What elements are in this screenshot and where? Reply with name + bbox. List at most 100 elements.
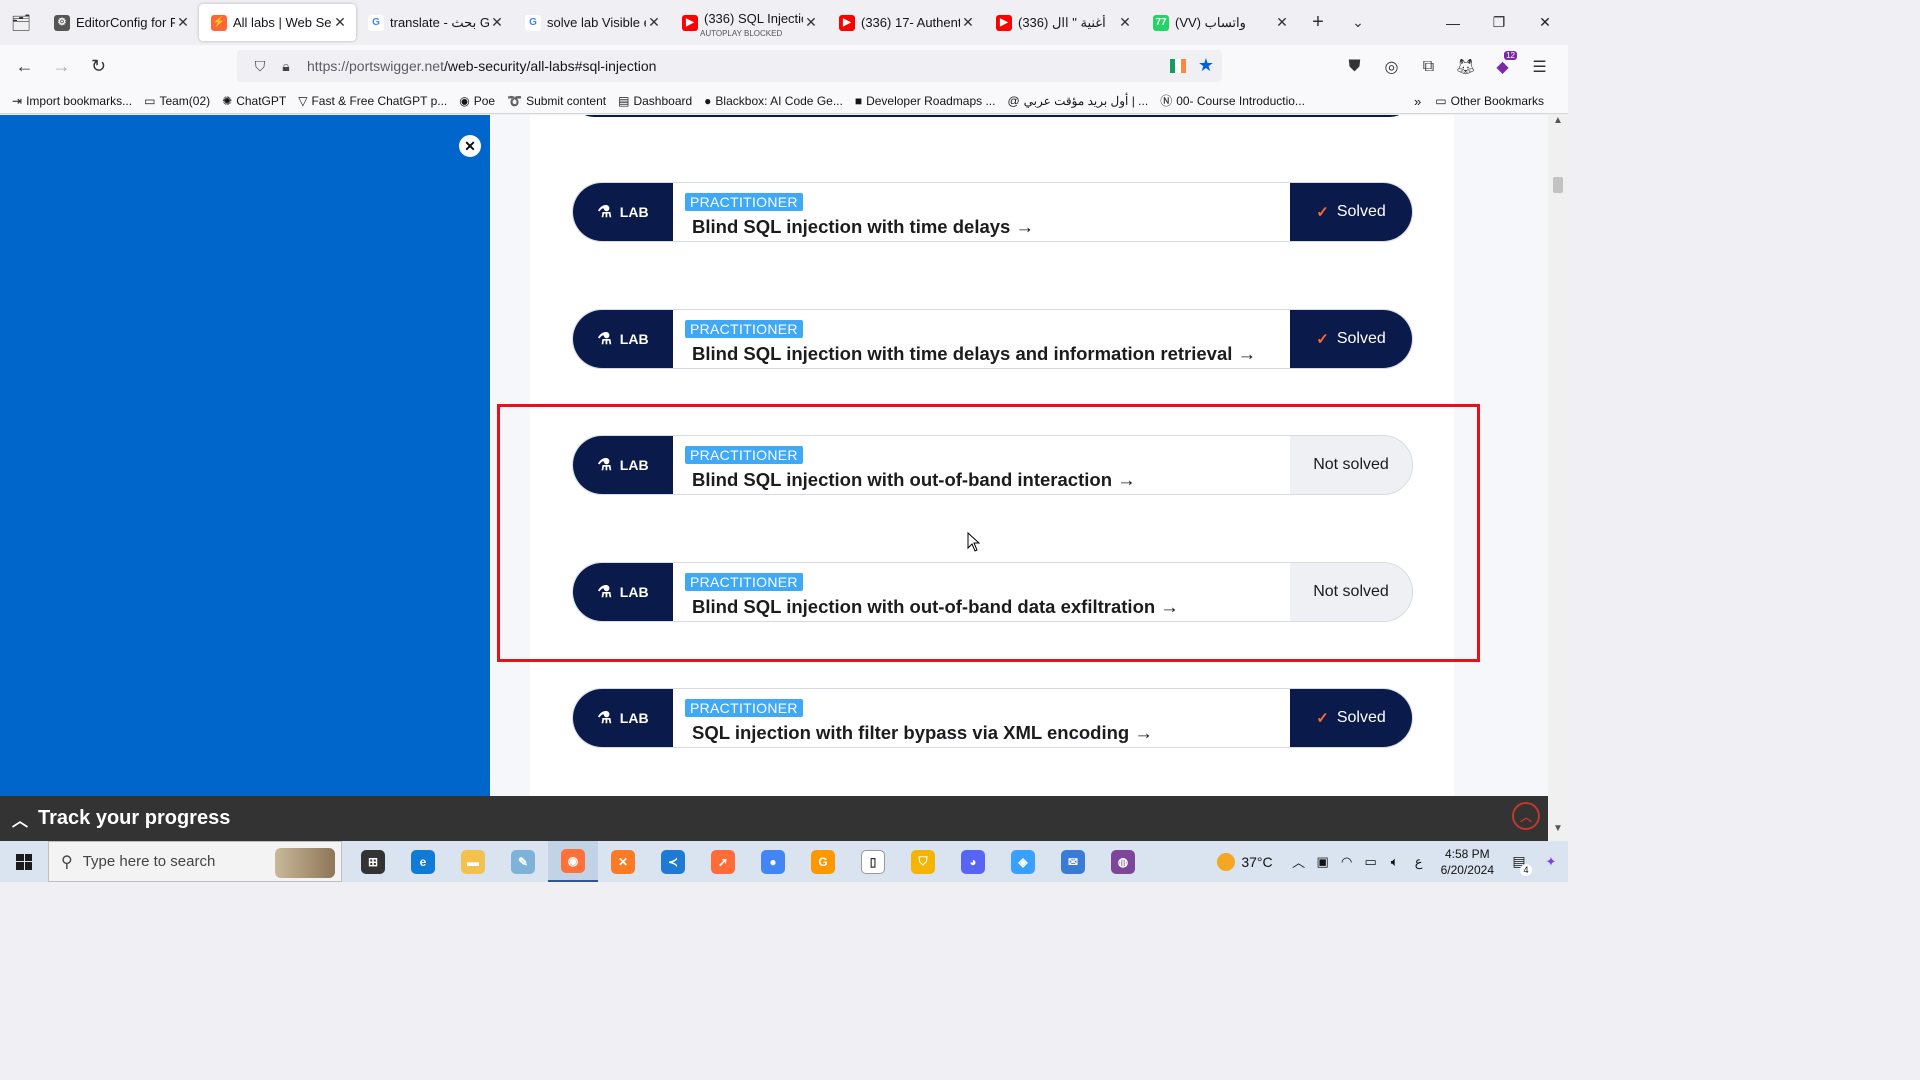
bookmark-star-icon[interactable]: ★ — [1198, 55, 1214, 76]
new-tab-button[interactable]: + — [1298, 11, 1338, 34]
scroll-up-icon[interactable]: ▲ — [1548, 115, 1568, 133]
extensions-icon[interactable]: ⧉ — [1410, 58, 1447, 76]
postman-taskbar-button[interactable]: ➚ — [698, 841, 748, 882]
lab-row[interactable]: ⚗ LAB PRACTITIONER SQL injection with filte… — [572, 688, 1413, 748]
browser-tab[interactable]: ▶ (336) أغنية " اال ✕ — [984, 4, 1141, 41]
bitwarden-taskbar-button[interactable]: ⛉ — [898, 841, 948, 882]
tab-close-icon[interactable]: ✕ — [1117, 14, 1133, 31]
close-window-icon[interactable]: ✕ — [1522, 0, 1568, 45]
close-sidebar-icon[interactable]: ✕ — [459, 135, 481, 157]
tab-close-icon[interactable]: ✕ — [1274, 14, 1290, 31]
wifi-icon[interactable]: ◠ — [1335, 854, 1359, 870]
ireland-flag-icon[interactable] — [1170, 59, 1186, 73]
bookmark-icon: ➰ — [507, 93, 523, 108]
extension-purple-icon[interactable]: ◆ 12 — [1484, 50, 1521, 77]
tor-taskbar-button[interactable]: ◍ — [1098, 841, 1148, 882]
notifications-icon[interactable]: ▤ 4 — [1504, 853, 1534, 876]
browser-tab[interactable]: ▶ (336) 17- Authenti ✕ — [827, 4, 984, 41]
tab-close-icon[interactable]: ✕ — [960, 14, 976, 31]
reload-icon[interactable]: ↻ — [80, 51, 117, 83]
tab-list-button[interactable]: 🗂 — [0, 0, 42, 45]
lab-row[interactable]: ⚗ LAB PRACTITIONER Blind SQL injection with… — [572, 182, 1413, 242]
forward-icon[interactable]: → — [43, 51, 80, 83]
restore-icon[interactable]: ❐ — [1476, 0, 1522, 45]
clock[interactable]: 4:58 PM 6/20/2024 — [1441, 846, 1494, 878]
extension-avatar-icon[interactable]: 🦊︎ — [1447, 57, 1484, 77]
xampp-icon: ✕ — [611, 849, 635, 874]
bookmark-item[interactable]: ◉ Poe — [459, 92, 495, 109]
browser-tab[interactable]: 77 (VV) واتساب ✕ — [1141, 4, 1298, 41]
bookmark-item[interactable]: ▽ Fast & Free ChatGPT p... — [298, 92, 447, 109]
notification-count: 4 — [1520, 864, 1532, 876]
language-indicator[interactable]: ع — [1407, 854, 1431, 870]
vscode-taskbar-button[interactable]: ≺ — [648, 841, 698, 882]
chevron-up-icon[interactable]: ︿ — [12, 807, 28, 831]
chrome-taskbar-button[interactable]: ● — [748, 841, 798, 882]
lab-body: PRACTITIONER Blind SQL injection with tim… — [673, 310, 1290, 368]
back-to-top-icon[interactable]: ︿ — [1512, 802, 1540, 830]
tab-close-icon[interactable]: ✕ — [803, 14, 819, 31]
taskbar-search[interactable]: ⚲ Type here to search — [48, 841, 342, 882]
notepad-plus-taskbar-button[interactable]: ✎ — [498, 841, 548, 882]
scroll-thumb[interactable] — [1553, 177, 1563, 193]
camera-icon[interactable]: ▣ — [1311, 854, 1335, 870]
extension-badge: 12 — [1504, 50, 1517, 60]
lab-status-label: Solved — [1336, 709, 1386, 726]
track-progress-bar[interactable]: ︿ Track your progress ︿ — [0, 796, 1548, 841]
edge-taskbar-button[interactable]: e — [398, 841, 448, 882]
other-bookmarks[interactable]: ▭ Other Bookmarks — [1435, 94, 1544, 108]
lab-title-link[interactable]: SQL injection with filter bypass via XML… — [692, 722, 1153, 744]
sublime-taskbar-button[interactable]: G — [798, 841, 848, 882]
mail-taskbar-button[interactable]: ✉ — [1048, 841, 1098, 882]
file-explorer-taskbar-button[interactable]: ▬ — [448, 841, 498, 882]
url-text[interactable]: https://portswigger.net/web-security/all… — [307, 58, 656, 74]
browser-tab[interactable]: ⚡ All labs | Web Sec ✕ — [199, 4, 356, 41]
browser-tab[interactable]: ⚙ EditorConfig for P ✕ — [42, 4, 199, 41]
pocket-icon[interactable]: ⛊ — [1336, 58, 1373, 76]
tab-close-icon[interactable]: ✕ — [175, 14, 191, 31]
tab-close-icon[interactable]: ✕ — [489, 14, 505, 31]
bookmark-item[interactable]: ▤ Dashboard — [618, 92, 692, 109]
bookmark-item[interactable]: ■ Developer Roadmaps ... — [855, 92, 996, 109]
xampp-taskbar-button[interactable]: ✕ — [598, 841, 648, 882]
scroll-down-icon[interactable]: ▼ — [1548, 823, 1568, 841]
lab-title-link[interactable]: Blind SQL injection with time delays → — [692, 216, 1034, 238]
more-bookmarks-icon[interactable]: » — [1414, 94, 1421, 109]
chevron-up-tray-icon[interactable]: ︿ — [1287, 852, 1311, 871]
lock-icon[interactable]: 🔒︎ — [273, 58, 299, 75]
lab-row[interactable]: ⚗ LAB PRACTITIONER Blind SQL injection with… — [572, 309, 1413, 369]
browser-tab[interactable]: Gtranslate - بحث Go✕ — [356, 4, 513, 41]
copilot-icon[interactable]: ✦ — [1534, 854, 1568, 870]
shield-icon[interactable]: ⛉ — [247, 58, 273, 75]
weather-widget[interactable]: 37°C — [1217, 852, 1273, 871]
postman-icon: ➚ — [711, 849, 735, 874]
bookmark-item[interactable]: @ أول بريد مؤقت عربي | ... — [1007, 92, 1148, 109]
account-icon[interactable]: ◎ — [1373, 57, 1410, 77]
bookmark-item[interactable]: ▭ Team(02) — [144, 92, 210, 109]
network-app-taskbar-button[interactable]: ◈ — [998, 841, 1048, 882]
url-bar[interactable]: ⛉ 🔒︎ https://portswigger.net/web-securit… — [237, 50, 1222, 82]
browser-tab[interactable]: ▶ (336) SQL Injectio AUTOPLAY BLOCKED ✕ — [670, 4, 827, 41]
battery-icon[interactable]: ▭ — [1359, 854, 1383, 870]
tab-close-icon[interactable]: ✕ — [646, 14, 662, 31]
volume-icon[interactable]: 🔈︎ — [1383, 854, 1407, 870]
browser-tab[interactable]: Gsolve lab Visible e ✕ — [513, 4, 670, 41]
bookmark-item[interactable]: ⇥ Import bookmarks... — [12, 92, 132, 109]
bookmark-item[interactable]: Ⓝ 00- Course Introductio... — [1160, 92, 1305, 109]
bookmark-item[interactable]: ➰ Submit content — [507, 92, 606, 109]
menu-icon[interactable]: ☰ — [1521, 57, 1558, 77]
tab-title: (VV) واتساب — [1175, 14, 1246, 30]
bookmark-item[interactable]: ✺ ChatGPT — [222, 92, 286, 109]
task-view-taskbar-button[interactable]: ⊞ — [348, 841, 398, 882]
bookmark-item[interactable]: ● Blackbox: AI Code Ge... — [704, 92, 843, 109]
tab-close-icon[interactable]: ✕ — [332, 14, 348, 31]
back-icon[interactable]: ← — [6, 51, 43, 83]
list-all-tabs-icon[interactable]: ⌄ — [1338, 14, 1378, 31]
start-button[interactable] — [0, 841, 48, 882]
page-scrollbar[interactable]: ▲ ▼ — [1548, 115, 1568, 841]
lab-title-link[interactable]: Blind SQL injection with time delays and… — [692, 343, 1256, 365]
firefox-taskbar-button[interactable]: ◉ — [548, 841, 598, 882]
minimize-icon[interactable]: — — [1430, 0, 1476, 45]
discord-taskbar-button[interactable]: ◕ — [948, 841, 998, 882]
notepad-taskbar-button[interactable]: ▯ — [848, 841, 898, 882]
